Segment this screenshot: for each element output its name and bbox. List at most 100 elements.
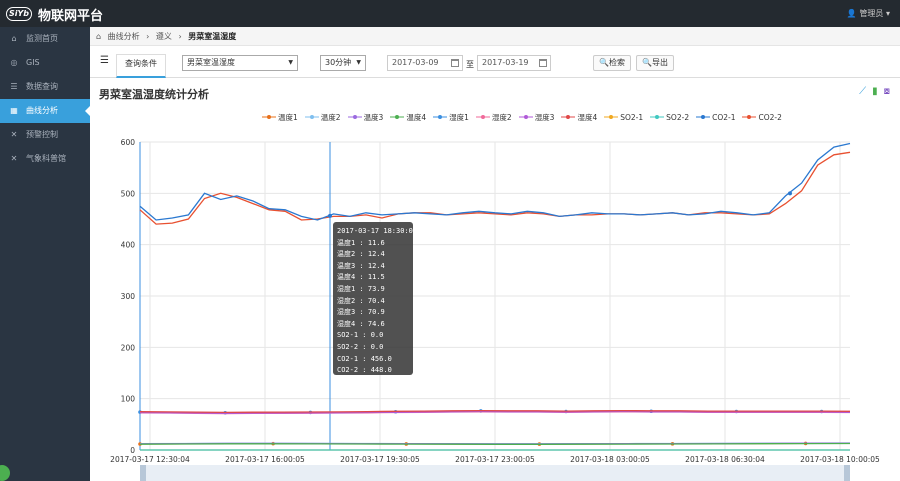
legend-item[interactable]: SO2-1	[604, 112, 643, 122]
legend-item[interactable]: CO2-1	[696, 112, 735, 122]
zoom-handle-right[interactable]	[844, 465, 850, 481]
search-button[interactable]: 🔍检索	[593, 55, 631, 71]
legend-item[interactable]: 温度4	[390, 112, 426, 122]
calendar-icon[interactable]	[539, 59, 547, 67]
sidebar-item-label: GIS	[26, 58, 40, 67]
legend-swatch	[304, 115, 319, 119]
legend-item[interactable]: CO2-2	[742, 112, 782, 122]
legend-item[interactable]: 湿度4	[561, 112, 597, 122]
chart-toolbox: ⟋ ▮ ⧇	[853, 86, 890, 97]
sidebar-item-1[interactable]: ◎ GIS	[0, 51, 90, 75]
tooltip-line: SO2-2 : 0.0	[337, 342, 384, 351]
sidebar-item-4[interactable]: ✕ 预警控制	[0, 123, 90, 147]
sidebar-item-label: 气象科普馆	[26, 154, 66, 163]
legend-item[interactable]: 温度1	[262, 112, 298, 122]
legend-label: 温度1	[278, 112, 298, 122]
interval-select-value: 30分钟	[325, 58, 352, 67]
date-from-value: 2017-03-09	[392, 58, 439, 67]
zoom-handle-left[interactable]	[140, 465, 146, 481]
legend-label: SO2-2	[666, 112, 690, 122]
sidebar-item-2[interactable]: ☰ 数据查询	[0, 75, 90, 99]
sidebar-item-0[interactable]: ⌂ 监测首页	[0, 27, 90, 51]
device-select[interactable]: 男菜室温湿度 ▼	[182, 55, 298, 71]
sidebar-item-3[interactable]: ▦ 曲线分析	[0, 99, 90, 123]
y-tick-label: 200	[121, 343, 136, 352]
x-tick-label: 2017-03-18 10:00:05	[800, 455, 880, 464]
tooltip-line: 湿度3 : 70.9	[337, 308, 385, 317]
breadcrumb-home[interactable]: 曲线分析	[108, 32, 140, 41]
x-tick-label: 2017-03-17 19:30:05	[340, 455, 420, 464]
legend-label: 湿度2	[491, 112, 512, 122]
tooltip-line: 湿度2 : 70.4	[337, 296, 385, 305]
x-tick-label: 2017-03-18 03:00:05	[570, 455, 650, 464]
y-tick-label: 500	[121, 189, 136, 198]
date-to-input[interactable]: 2017-03-19	[477, 55, 551, 71]
admin-menu[interactable]: 👤 管理员 ▾	[847, 8, 890, 19]
y-tick-label: 400	[121, 241, 136, 250]
sidebar-item-label: 数据查询	[26, 82, 58, 91]
search-icon: 🔍	[599, 58, 609, 67]
legend-item[interactable]: 湿度3	[518, 112, 555, 122]
chart-title: 男菜室温湿度统计分析	[99, 88, 209, 101]
calendar-icon[interactable]	[451, 59, 459, 67]
menu-toggle-icon[interactable]: ☰	[100, 56, 110, 66]
user-icon: 👤	[846, 9, 857, 18]
legend-swatch	[650, 115, 665, 119]
breadcrumb-current: 男菜室温湿度	[188, 32, 237, 41]
legend-label: 温度4	[406, 112, 427, 122]
device-select-value: 男菜室温湿度	[187, 58, 235, 67]
legend-swatch	[262, 115, 276, 119]
tooltip-line: SO2-1 : 0.0	[337, 331, 384, 340]
x-tick-label: 2017-03-17 12:30:04	[110, 455, 190, 464]
legend-item[interactable]: SO2-2	[650, 112, 689, 122]
legend-swatch	[518, 115, 533, 119]
legend-swatch	[390, 115, 405, 119]
bar-chart-icon[interactable]: ▮	[872, 86, 878, 97]
save-image-icon[interactable]: ⧇	[884, 86, 890, 97]
line-chart: 600 500 400 300 200 100 02017-03-17 12:30:04 20…	[110, 138, 880, 464]
tooltip-line: 温度3 : 12.4	[337, 261, 385, 270]
sidebar: ⌂ 监测首页 ◎ GIS ☰ 数据查询 ▦ 曲线分析 ✕ 预警控制 ✕ 气象科普馆	[0, 27, 90, 481]
search-button-label: 检索	[608, 58, 625, 67]
chart-tooltip: 2017-03-17 18:30:03 温度1 : 11.6 温度2 : 12.4 温…	[333, 222, 417, 375]
legend-label: 湿度3	[534, 112, 555, 122]
globe-icon: ◎	[10, 58, 18, 67]
legend-label: 温度3	[363, 112, 384, 122]
legend-item[interactable]: 温度3	[347, 112, 384, 122]
legend-swatch	[742, 115, 757, 119]
y-tick-label: 300	[121, 292, 136, 301]
date-to-value: 2017-03-19	[482, 58, 529, 67]
legend-label: SO2-1	[620, 112, 644, 122]
tools-icon: ✕	[10, 130, 18, 139]
dropdown-arrow-icon: ▼	[288, 59, 293, 66]
caret-down-icon: ▾	[885, 9, 890, 18]
date-from-input[interactable]: 2017-03-09	[387, 55, 463, 71]
breadcrumb-separator: ›	[178, 32, 182, 41]
breadcrumb-separator: ›	[146, 32, 150, 41]
tooltip-line: 湿度1 : 73.9	[337, 284, 385, 293]
legend-swatch	[561, 115, 576, 119]
series-co2-1-point	[788, 191, 792, 196]
sidebar-item-5[interactable]: ✕ 气象科普馆	[0, 147, 90, 171]
y-tick-label: 100	[121, 395, 136, 404]
data-zoom-slider[interactable]	[140, 465, 850, 481]
sidebar-item-label: 曲线分析	[26, 106, 58, 115]
tab-query-conditions[interactable]: 查询条件	[116, 54, 166, 78]
interval-select[interactable]: 30分钟 ▼	[320, 55, 366, 71]
home-icon: ⌂	[96, 32, 102, 41]
export-button[interactable]: 🔍导出	[636, 55, 674, 71]
date-separator: 至	[466, 60, 474, 69]
x-tick-label: 2017-03-17 16:00:05	[225, 455, 305, 464]
legend-label: 湿度4	[577, 112, 598, 122]
legend-item[interactable]: 温度2	[304, 112, 341, 122]
line-chart-icon[interactable]: ⟋	[859, 86, 866, 97]
chart-icon: ▦	[10, 106, 18, 115]
query-toolbar: ☰ 查询条件 男菜室温湿度 ▼ 30分钟 ▼ 2017-03-09 至 2017…	[90, 46, 900, 78]
breadcrumb-level1[interactable]: 遵义	[156, 32, 172, 41]
series-co2-1-point	[328, 213, 332, 218]
legend-swatch	[696, 115, 711, 119]
legend-item[interactable]: 湿度2	[475, 112, 512, 122]
admin-label: 管理员	[859, 9, 884, 18]
legend-item[interactable]: 湿度1	[433, 112, 469, 122]
tooltip-line: CO2-1 : 456.0	[337, 354, 392, 363]
